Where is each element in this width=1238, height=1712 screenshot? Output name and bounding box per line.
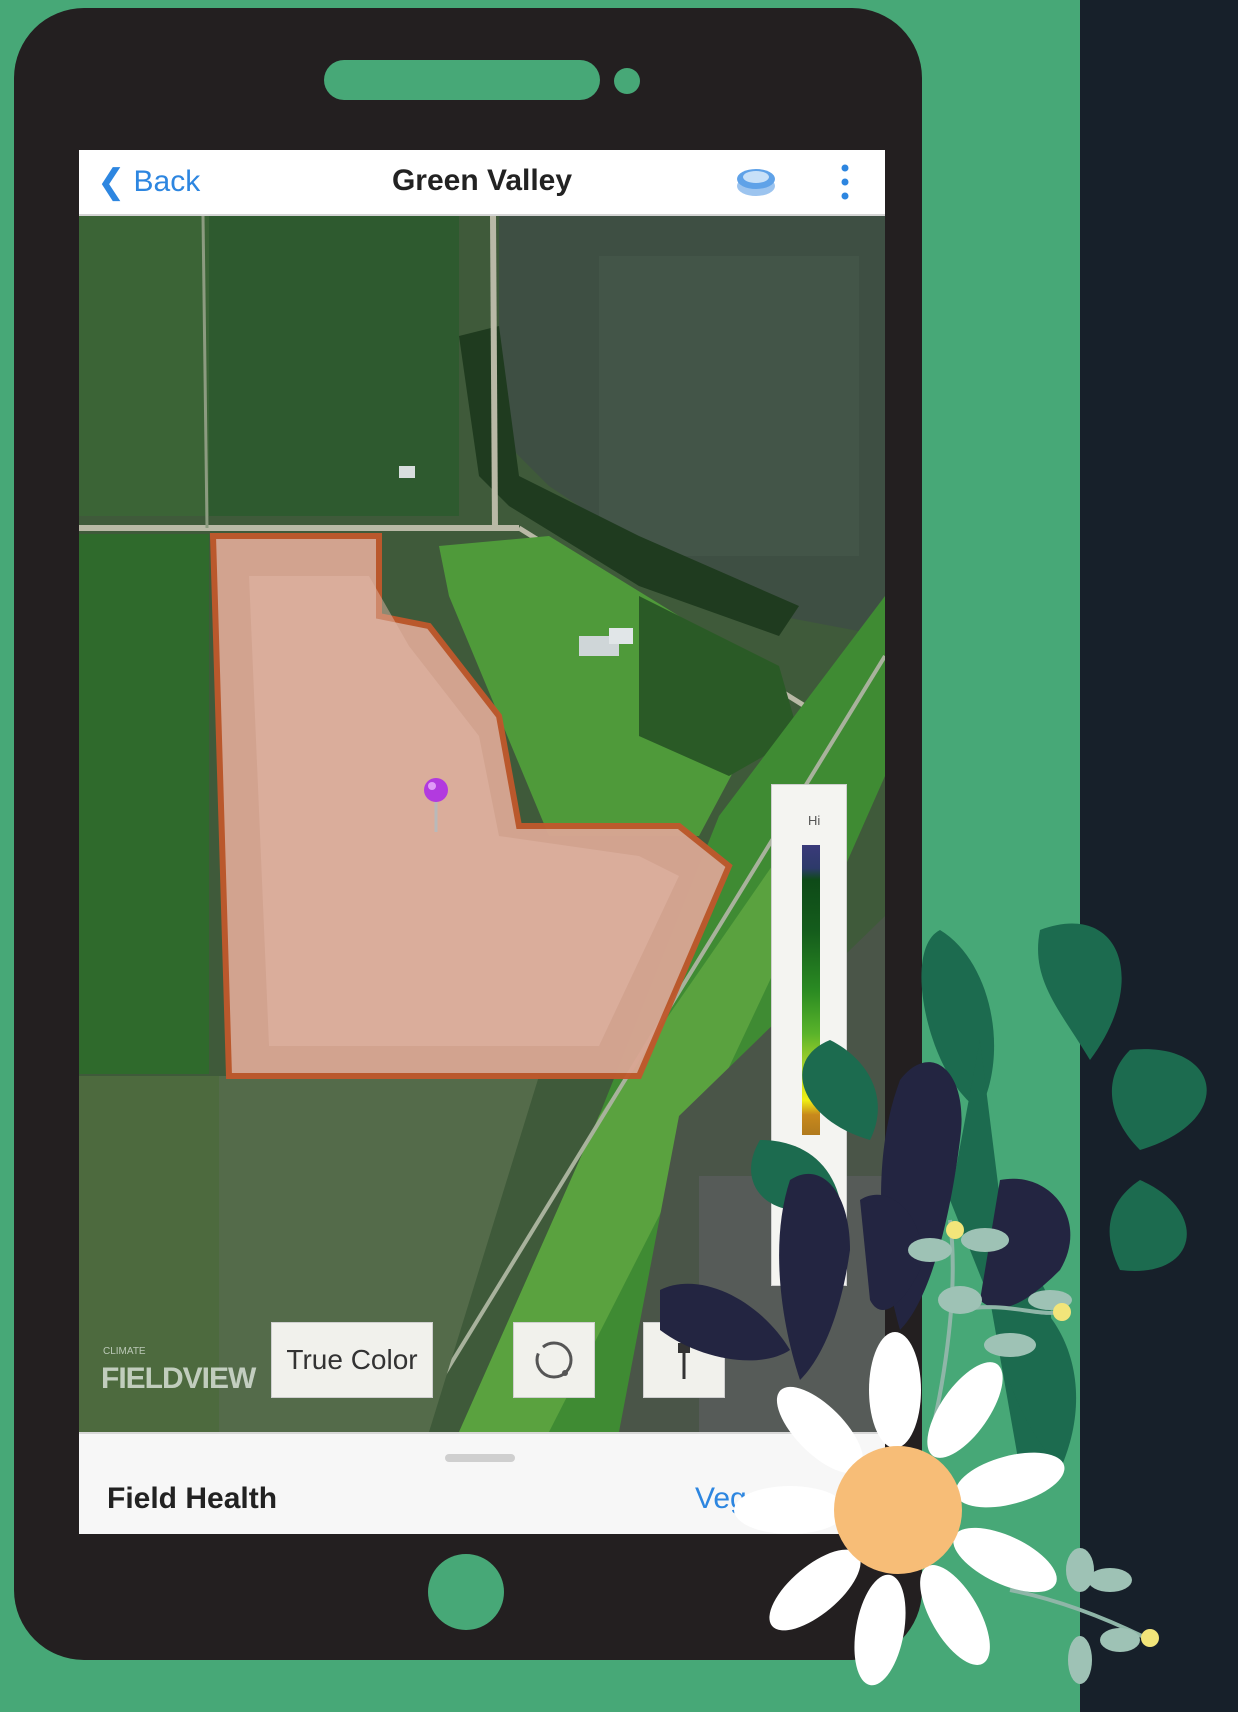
- watermark-tagline: CLIMATE: [103, 1346, 146, 1357]
- background-dark-strip: [1080, 0, 1238, 1712]
- true-color-button[interactable]: True Color: [271, 1322, 433, 1398]
- true-color-label: True Color: [286, 1344, 418, 1375]
- sheet-drag-handle[interactable]: [445, 1454, 515, 1462]
- legend-gradient-bar: [802, 845, 820, 1135]
- pin-drop-icon: [678, 1343, 690, 1379]
- more-vertical-icon[interactable]: [835, 158, 855, 206]
- app-screen: ❮ Back Green Valley CLIMATE FIELDVIEW Hi…: [79, 150, 885, 1534]
- bottom-sheet[interactable]: Field Health Vegeta: [79, 1432, 885, 1534]
- lasso-icon: [535, 1341, 573, 1379]
- map-pin-icon[interactable]: [421, 776, 451, 836]
- phone-speaker: [324, 60, 600, 100]
- ndvi-legend: Hi: [771, 784, 847, 1286]
- nav-bar: ❮ Back Green Valley: [79, 150, 885, 216]
- layers-icon[interactable]: [733, 160, 779, 206]
- vegetation-link[interactable]: Vegeta: [695, 1482, 788, 1516]
- fieldview-watermark: FIELDVIEW: [101, 1362, 256, 1395]
- drop-pin-button[interactable]: [643, 1322, 725, 1398]
- satellite-map[interactable]: [79, 216, 885, 1432]
- legend-high-label: Hi: [808, 813, 821, 828]
- phone-camera: [614, 68, 640, 94]
- phone-frame: ❮ Back Green Valley CLIMATE FIELDVIEW Hi…: [14, 8, 922, 1660]
- home-button[interactable]: [428, 1554, 504, 1630]
- sheet-title: Field Health: [107, 1482, 278, 1515]
- lasso-tool-button[interactable]: [513, 1322, 595, 1398]
